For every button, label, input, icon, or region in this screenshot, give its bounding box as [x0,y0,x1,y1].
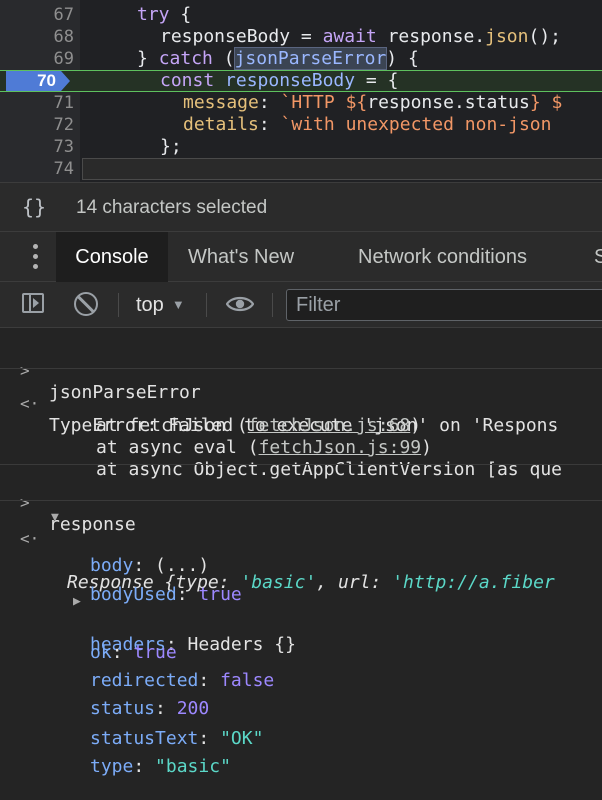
code-line-73[interactable]: 73 }; [0,136,602,158]
more-options-icon[interactable] [28,242,44,272]
code-line-72[interactable]: 72 details: `with unexpected non-json [0,114,602,136]
line-number[interactable]: 73 [0,136,74,158]
code-line-74[interactable]: 74 [0,158,602,180]
toolbar-divider [118,293,119,317]
code-line-70-paused[interactable]: 70 const responseBody = { [0,70,602,92]
code-text: }; [160,136,182,157]
tab-whats-new[interactable]: What's New [188,232,294,282]
code-line-68[interactable]: 68 responseBody = await response.json(); [0,26,602,48]
selection-status: 14 characters selected [76,197,268,218]
code-text: responseBody = await response.json(); [160,26,561,47]
filter-input[interactable] [286,289,602,321]
console-toolbar: top ▼ [0,282,602,328]
code-text: message: `HTTP ${response.status} $ [183,92,563,113]
code-line-69[interactable]: 69 } catch (jsonParseError) { [0,47,602,70]
line-number[interactable]: 74 [0,158,74,180]
tab-truncated[interactable]: S [594,232,602,282]
editor-status-bar: {} 14 characters selected [0,182,602,232]
toolbar-divider [206,293,207,317]
code-text: const responseBody = { [160,70,399,91]
context-selector[interactable]: top ▼ [136,290,185,320]
divider [0,500,602,501]
code-line-67[interactable]: 67 try { [0,4,602,26]
code-text: try { [137,4,192,25]
toolbar-divider [272,293,273,317]
eye-icon[interactable] [226,295,254,313]
expand-triangle-icon[interactable]: ▶ [73,591,81,613]
context-value: top [136,294,164,316]
breakpoint-marker[interactable]: 70 [6,71,70,91]
code-text: } catch (jsonParseError) { [137,47,419,70]
line-number[interactable]: 72 [0,114,74,136]
show-sidebar-icon[interactable] [22,293,44,313]
chevron-down-icon: ▼ [171,297,185,312]
line-number[interactable]: 67 [0,4,74,26]
current-line-highlight [82,158,602,180]
line-number[interactable]: 68 [0,26,74,48]
code-line-71[interactable]: 71 message: `HTTP ${response.status} $ [0,92,602,114]
collapse-triangle-icon[interactable]: ▼ [51,507,59,529]
line-number[interactable]: 69 [0,48,74,70]
divider [0,368,602,369]
code-editor[interactable]: 67 try { 68 responseBody = await respons… [0,0,602,182]
console-output[interactable]: > jsonParseError <· TypeError: Failed to… [0,328,602,777]
tab-console[interactable]: Console [56,232,168,282]
divider [0,464,602,465]
line-number[interactable]: 71 [0,92,74,114]
braces-icon[interactable]: {} [22,195,46,219]
drawer-tab-bar: Console What's New Network conditions S [0,232,602,282]
tab-network-conditions[interactable]: Network conditions [358,232,527,282]
clear-console-icon[interactable] [74,292,98,316]
code-text: details: `with unexpected non-json [183,114,552,135]
property-row[interactable]: type: "basic" [0,734,602,800]
